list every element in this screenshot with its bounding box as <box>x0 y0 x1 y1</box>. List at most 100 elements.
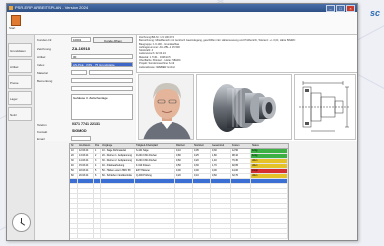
table-cell <box>175 194 193 198</box>
table-cell <box>193 199 211 203</box>
table-cell <box>101 179 135 183</box>
table-cell: 0,60 <box>175 159 193 163</box>
column-header[interactable]: Pos <box>94 144 101 148</box>
column-header[interactable]: Tätigkeit Arbeitsplatz <box>135 144 175 148</box>
table-cell <box>94 224 101 228</box>
table-cell: 5 <box>94 169 101 173</box>
column-header[interactable]: AG-Datum <box>78 144 94 148</box>
column-header[interactable]: Status <box>251 144 288 148</box>
kundennr-field[interactable]: 10001 <box>71 37 91 42</box>
article-form: Kunden-Nr. 10001 Kunde öffnen Zeichnung … <box>35 35 135 141</box>
table-cell: 15.03.24 <box>78 164 94 168</box>
minimize-button[interactable]: – <box>326 5 335 12</box>
table-cell: 0,05 <box>193 149 211 153</box>
sidebar-item-artikel[interactable]: Artikel <box>8 59 32 73</box>
table-cell: offen <box>251 159 288 163</box>
sidebar-item-lager[interactable]: Lager <box>8 91 32 105</box>
material-field[interactable]: AS-PLE · PZS · 75 Grundplatte <box>71 62 133 67</box>
close-button[interactable]: × <box>346 5 355 12</box>
table-cell <box>193 219 211 223</box>
app-menu-button[interactable] <box>11 15 21 26</box>
sidebar-item-notiz[interactable]: Notiz <box>8 107 32 121</box>
column-header[interactable]: Nr <box>70 144 78 148</box>
table-cell: 0,20 <box>193 159 211 163</box>
sidebar-item-grunddaten[interactable]: Grunddaten <box>8 43 32 57</box>
table-cell: D-204 CNC-Drehen <box>135 154 175 158</box>
bemerkung-field[interactable] <box>71 78 133 83</box>
table-cell <box>78 209 94 213</box>
bemerkung-field-2[interactable] <box>71 86 133 91</box>
table-cell <box>175 234 193 238</box>
sidebar-item-preise[interactable]: Preise <box>8 75 32 89</box>
table-cell <box>251 219 288 223</box>
material-label: Material <box>37 71 48 75</box>
table-cell <box>135 189 175 193</box>
table-cell <box>231 199 251 203</box>
contact-photo <box>138 74 194 140</box>
column-header[interactable]: Gesamtzeit <box>211 144 231 148</box>
table-cell: 30 - Drehen 2. Aufspannung <box>101 159 135 163</box>
table-cell <box>211 234 231 238</box>
table-cell <box>101 194 135 198</box>
table-cell: 0,60 <box>211 174 231 178</box>
table-cell <box>78 184 94 188</box>
table-cell <box>94 219 101 223</box>
telefon-value: 0371 7741 22131 <box>72 122 100 126</box>
table-cell <box>94 209 101 213</box>
ribbon: Start <box>7 12 357 35</box>
table-cell: 4 <box>94 164 101 168</box>
table-cell <box>94 214 101 218</box>
table-cell <box>211 214 231 218</box>
table-cell <box>135 179 175 183</box>
table-cell <box>175 204 193 208</box>
table-cell <box>70 179 78 183</box>
zeichnung-value: ZA-16918 <box>72 46 90 51</box>
app-menu-label: Start <box>9 26 16 30</box>
email-field[interactable] <box>71 136 91 141</box>
column-header[interactable]: Vorgänge <box>101 144 135 148</box>
table-cell: 0,30 <box>211 149 231 153</box>
table-cell <box>70 189 78 193</box>
table-cell <box>251 194 288 198</box>
table-row[interactable] <box>70 234 288 239</box>
table-cell: 0,20 <box>175 174 193 178</box>
maximize-button[interactable]: □ <box>336 5 345 12</box>
table-cell <box>193 204 211 208</box>
column-header[interactable]: Kosten <box>231 144 251 148</box>
open-customer-button[interactable]: Kunde öffnen <box>93 36 133 43</box>
sub-field-2[interactable] <box>89 70 133 75</box>
part-render-image <box>196 74 292 140</box>
kundennr-label: Kunden-Nr. <box>37 38 53 42</box>
table-cell <box>135 219 175 223</box>
table-cell <box>94 189 101 193</box>
table-cell: 92,65 <box>231 164 251 168</box>
column-header[interactable]: Stückzeit <box>193 144 211 148</box>
table-cell <box>78 234 94 238</box>
table-cell <box>94 184 101 188</box>
table-cell <box>231 184 251 188</box>
table-cell: 32,70 <box>231 174 251 178</box>
column-header[interactable]: Rüstzeit <box>175 144 193 148</box>
table-cell: EXT Härterei <box>135 169 175 173</box>
table-cell <box>101 224 135 228</box>
table-cell: 20 <box>70 154 78 158</box>
table-cell: 0,10 <box>175 149 193 153</box>
table-cell <box>78 189 94 193</box>
table-cell <box>231 214 251 218</box>
table-cell <box>251 229 288 233</box>
table-cell <box>211 224 231 228</box>
memo-field[interactable]: Gehäuse 3. Zwischenlage <box>71 94 133 120</box>
table-cell <box>251 184 288 188</box>
table-cell <box>135 194 175 198</box>
sub-field-1[interactable] <box>71 70 87 75</box>
table-cell <box>135 199 175 203</box>
table-cell: 3 <box>94 159 101 163</box>
table-cell <box>94 234 101 238</box>
feld3-field[interactable]: 00 <box>71 54 133 59</box>
table-cell: 30 <box>70 159 78 163</box>
table-cell: 1,80 <box>211 154 231 158</box>
kontakt-label: Kontakt <box>37 130 48 134</box>
sidebar: Grunddaten Artikel Preise Lager Notiz <box>7 35 35 240</box>
table-cell <box>175 184 193 188</box>
table-cell <box>193 229 211 233</box>
